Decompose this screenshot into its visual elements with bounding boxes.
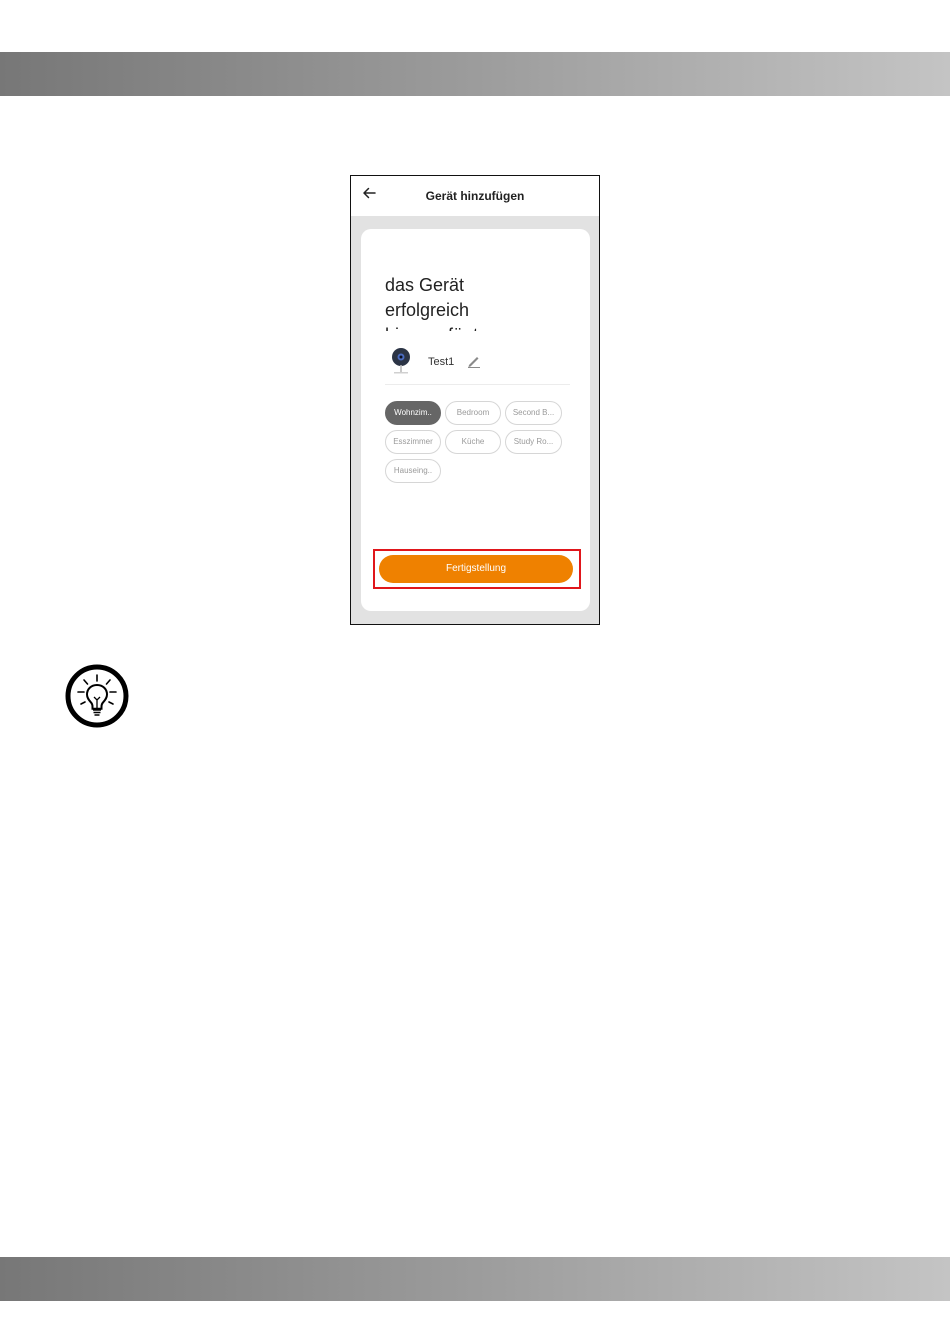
room-chip-study-room[interactable]: Study Ro... bbox=[505, 430, 562, 454]
device-name: Test1 bbox=[428, 356, 455, 368]
room-chip-kueche[interactable]: Küche bbox=[445, 430, 501, 454]
room-chip-bedroom[interactable]: Bedroom bbox=[445, 401, 501, 425]
room-chip-esszimmer[interactable]: Esszimmer bbox=[385, 430, 441, 454]
app-bar: Gerät hinzufügen bbox=[351, 176, 599, 216]
headline-line: erfolgreich bbox=[385, 300, 470, 320]
headline-line: hinzugefügt bbox=[385, 323, 535, 331]
headline-line: das Gerät bbox=[385, 275, 465, 295]
header-band bbox=[0, 52, 950, 96]
camera-icon bbox=[392, 348, 410, 374]
room-chip-hauseingang[interactable]: Hauseing.. bbox=[385, 459, 441, 483]
success-headline: das Gerät erfolgreich hinzugefügt bbox=[385, 273, 535, 331]
device-row: Test1 bbox=[385, 345, 570, 385]
page-title: Gerät hinzufügen bbox=[425, 189, 525, 203]
phone-screenshot: Gerät hinzufügen das Gerät erfolgreich h… bbox=[350, 175, 600, 625]
footer-band bbox=[0, 1257, 950, 1301]
room-chip-wohnzimmer[interactable]: Wohnzim.. bbox=[385, 401, 441, 425]
room-chip-second-bedroom[interactable]: Second B... bbox=[505, 401, 562, 425]
pencil-icon[interactable] bbox=[467, 354, 481, 368]
finish-button[interactable]: Fertigstellung bbox=[379, 555, 573, 583]
lightbulb-icon bbox=[65, 664, 129, 728]
